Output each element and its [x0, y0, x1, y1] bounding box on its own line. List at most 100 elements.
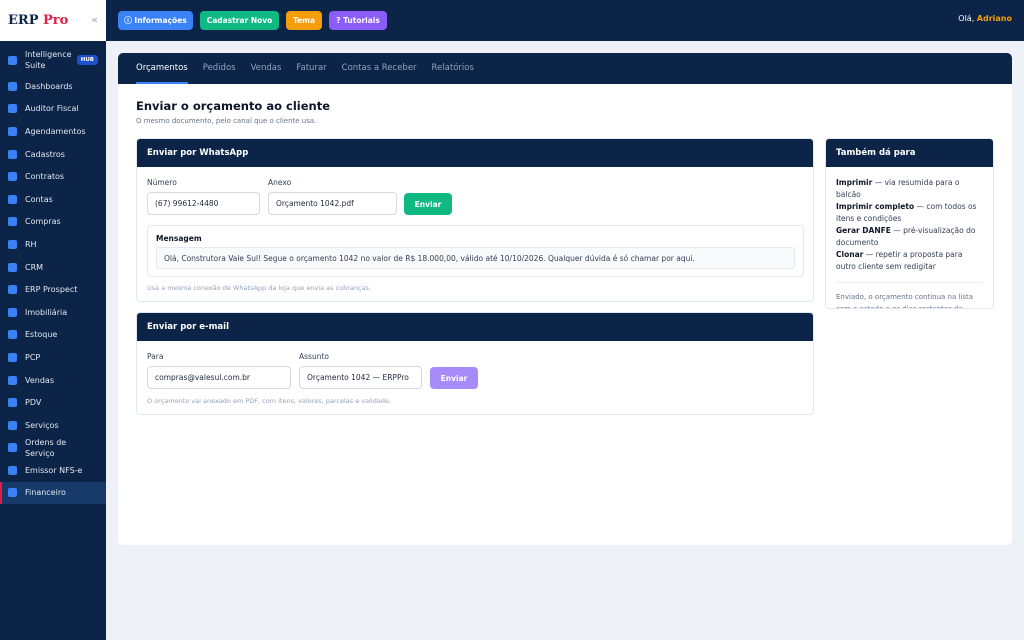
module-icon	[8, 465, 17, 475]
whatsapp-send-button[interactable]: Enviar	[404, 193, 452, 215]
tab-faturar[interactable]: Faturar	[296, 53, 326, 84]
sidebar-item-intelligence-suite[interactable]: Intelligence Suite HUB	[0, 45, 106, 75]
tab-vendas[interactable]: Vendas	[251, 53, 282, 84]
module-icon	[8, 330, 17, 340]
sidebar-item-contas[interactable]: Contas	[0, 188, 106, 211]
sidebar-item-label: Agendamentos	[25, 126, 86, 136]
module-icon	[8, 375, 17, 385]
module-icon	[8, 398, 17, 408]
sidebar-item-label: Imobiliária	[25, 307, 68, 317]
module-icon	[8, 307, 17, 317]
page-title: Enviar o orçamento ao cliente	[136, 99, 330, 113]
also-item: Imprimir completo — com todos os itens e…	[836, 201, 983, 225]
sidebar-item-agendamentos[interactable]: Agendamentos	[0, 120, 106, 143]
also-card: Também dá para Imprimir — via resumida p…	[825, 138, 994, 309]
danfe-option[interactable]: Gerar DANFE	[836, 226, 891, 235]
new-record-button[interactable]: Cadastrar Novo	[200, 11, 279, 30]
sidebar-item-label: Emissor NFS-e	[25, 465, 83, 475]
main-panel: Orçamentos Pedidos Vendas Faturar Contas…	[118, 53, 1012, 545]
sidebar-item-erp-prospect[interactable]: ERP Prospect	[0, 278, 106, 301]
message-text[interactable]: Olá, Construtora Vale Sul! Segue o orçam…	[156, 247, 795, 269]
tab-relatorios[interactable]: Relatórios	[432, 53, 474, 84]
hub-badge: HUB	[76, 55, 98, 65]
also-item: Imprimir — via resumida para o balcão	[836, 177, 983, 201]
module-icon	[8, 194, 17, 204]
sidebar-item-label: Contas	[25, 194, 53, 204]
sidebar-item-auditor-fiscal[interactable]: Auditor Fiscal	[0, 98, 106, 121]
sidebar-item-label: PDV	[25, 398, 42, 408]
whatsapp-card: Enviar por WhatsApp Número (67) 99612-44…	[136, 138, 814, 302]
topbar: ⓘ Informações Cadastrar Novo Tema ? Tuto…	[106, 0, 1024, 41]
sidebar-item-label: CRM	[25, 262, 44, 272]
print-option[interactable]: Imprimir	[836, 178, 872, 187]
module-icon	[8, 443, 17, 453]
attachment-input[interactable]: Orçamento 1042.pdf	[268, 192, 397, 215]
message-title: Mensagem	[156, 234, 202, 243]
module-icon	[8, 420, 17, 430]
sidebar-item-servicos[interactable]: Serviços	[0, 414, 106, 437]
subject-input[interactable]: Orçamento 1042 — ERPPro	[299, 366, 422, 389]
sidebar-item-estoque[interactable]: Estoque	[0, 324, 106, 347]
sidebar-item-emissor-nfse[interactable]: Emissor NFS-e	[0, 459, 106, 482]
also-footer: Enviado, o orçamento continua na lista c…	[836, 282, 983, 308]
email-note: O orçamento vai anexado em PDF, com iten…	[147, 397, 392, 405]
sidebar-item-pcp[interactable]: PCP	[0, 346, 106, 369]
tab-bar: Orçamentos Pedidos Vendas Faturar Contas…	[118, 53, 1012, 84]
sidebar-item-label: Contratos	[25, 172, 65, 182]
sidebar-item-financeiro[interactable]: Financeiro	[0, 481, 106, 505]
theme-button[interactable]: Tema	[286, 11, 322, 30]
sidebar-item-ordens-de-servico[interactable]: Ordens de Serviço	[0, 437, 106, 460]
tab-orcamentos[interactable]: Orçamentos	[136, 53, 188, 84]
clone-option[interactable]: Clonar	[836, 250, 863, 259]
sidebar-item-pdv[interactable]: PDV	[0, 391, 106, 414]
sidebar-item-crm[interactable]: CRM	[0, 256, 106, 279]
sidebar-item-compras[interactable]: Compras	[0, 211, 106, 234]
info-button[interactable]: ⓘ Informações	[118, 11, 193, 30]
brand-main: ERP	[8, 13, 39, 28]
sidebar-nav: Intelligence Suite HUB Dashboards Auditor…	[0, 41, 106, 505]
sidebar-item-label: Auditor Fiscal	[25, 104, 79, 114]
sidebar-item-label: Vendas	[25, 375, 54, 385]
module-icon	[8, 488, 17, 498]
also-item: Gerar DANFE — pré-visualização do docume…	[836, 225, 983, 249]
sidebar-item-imobiliaria[interactable]: Imobiliária	[0, 301, 106, 324]
also-list: Imprimir — via resumida para o balcão Im…	[826, 167, 993, 308]
module-icon	[8, 285, 17, 295]
message-box: Mensagem Olá, Construtora Vale Sul! Segu…	[147, 225, 804, 277]
brand: ERP Pro «	[0, 0, 106, 41]
also-item: Clonar — repetir a proposta para outro c…	[836, 249, 983, 273]
tab-pedidos[interactable]: Pedidos	[203, 53, 236, 84]
module-icon	[8, 81, 17, 91]
subject-label: Assunto	[299, 352, 329, 361]
tab-contas-a-receber[interactable]: Contas a Receber	[342, 53, 417, 84]
brand-accent: Pro	[43, 13, 69, 28]
print-full-option[interactable]: Imprimir completo	[836, 202, 914, 211]
collapse-icon[interactable]: «	[91, 13, 98, 26]
sidebar-item-cadastros[interactable]: Cadastros	[0, 143, 106, 166]
sidebar: ERP Pro « Intelligence Suite HUB Dashboar…	[0, 0, 106, 640]
number-input[interactable]: (67) 99612-4480	[147, 192, 260, 215]
sidebar-item-label: Dashboards	[25, 81, 73, 91]
user-greeting: Olá, Adriano	[958, 14, 1012, 23]
module-icon	[8, 55, 17, 65]
greeting-text: Olá,	[958, 14, 975, 23]
module-icon	[8, 172, 17, 182]
email-send-button[interactable]: Enviar	[430, 367, 478, 389]
email-card-title: Enviar por e-mail	[137, 313, 813, 341]
user-name[interactable]: Adriano	[977, 14, 1012, 23]
sidebar-item-label: Serviços	[25, 420, 59, 430]
email-to-input[interactable]: compras@valesul.com.br	[147, 366, 291, 389]
sidebar-item-dashboards[interactable]: Dashboards	[0, 75, 106, 98]
sidebar-item-contratos[interactable]: Contratos	[0, 165, 106, 188]
attachment-label: Anexo	[268, 178, 292, 187]
whatsapp-card-title: Enviar por WhatsApp	[137, 139, 813, 167]
sidebar-item-label: Cadastros	[25, 149, 65, 159]
tutorials-button[interactable]: ? Tutoriais	[329, 11, 387, 30]
sidebar-item-vendas[interactable]: Vendas	[0, 369, 106, 392]
module-icon	[8, 126, 17, 136]
page-subtitle: O mesmo documento, pelo canal que o clie…	[136, 117, 317, 125]
sidebar-item-rh[interactable]: RH	[0, 233, 106, 256]
sidebar-item-label: ERP Prospect	[25, 285, 78, 295]
brand-logo: ERP Pro	[8, 13, 68, 28]
sidebar-item-label: Financeiro	[25, 488, 66, 498]
